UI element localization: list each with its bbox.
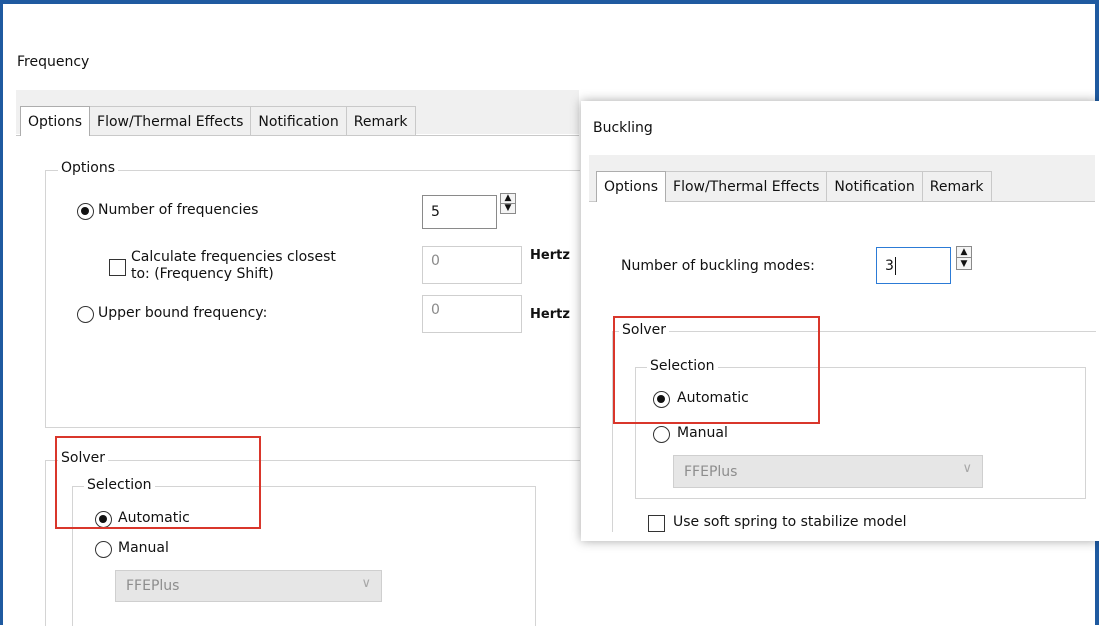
frequency-shift-input[interactable]: 0 bbox=[422, 246, 522, 284]
upper-bound-input[interactable]: 0 bbox=[422, 295, 522, 333]
buckling-tab-bar: Options Flow/Thermal Effects Notificatio… bbox=[596, 171, 992, 202]
tab-divider bbox=[16, 135, 579, 136]
highlight-box-frequency bbox=[55, 436, 261, 529]
number-of-frequencies-radio[interactable] bbox=[77, 203, 94, 220]
window-border-top bbox=[0, 0, 1099, 4]
upper-bound-label: Upper bound frequency: bbox=[98, 305, 268, 321]
chevron-down-icon: ∨ bbox=[962, 461, 972, 476]
buckling-title: Buckling bbox=[593, 120, 653, 136]
manual-label: Manual bbox=[118, 540, 169, 556]
stepper-up-icon[interactable]: ▲ bbox=[957, 247, 971, 258]
solver-select[interactable]: FFEPlus ∨ bbox=[115, 570, 382, 602]
window-border-left bbox=[0, 0, 3, 625]
number-of-frequencies-label: Number of frequencies bbox=[98, 202, 259, 218]
buckling-modes-stepper[interactable]: ▲ ▼ bbox=[956, 246, 972, 270]
options-group-label: Options bbox=[58, 160, 119, 176]
highlight-box-buckling bbox=[613, 316, 820, 424]
number-of-frequencies-input[interactable]: 5 bbox=[422, 195, 497, 229]
tab-remark[interactable]: Remark bbox=[345, 106, 416, 136]
tab-notification[interactable]: Notification bbox=[250, 106, 347, 136]
soft-spring-label: Use soft spring to stabilize model bbox=[673, 514, 907, 530]
buckling-tab-notification[interactable]: Notification bbox=[826, 171, 923, 202]
buckling-modes-input[interactable]: 3 bbox=[876, 247, 951, 284]
calculate-closest-label: Calculate frequencies closest to: (Frequ… bbox=[131, 249, 336, 282]
buckling-solver-select[interactable]: FFEPlus ∨ bbox=[673, 455, 983, 488]
buckling-modes-label: Number of buckling modes: bbox=[621, 258, 815, 274]
buckling-tab-flow-thermal-effects[interactable]: Flow/Thermal Effects bbox=[665, 171, 828, 202]
stepper-down-icon[interactable]: ▼ bbox=[957, 258, 971, 269]
frequency-title: Frequency bbox=[17, 54, 90, 70]
soft-spring-checkbox[interactable] bbox=[648, 515, 665, 532]
chevron-down-icon: ∨ bbox=[361, 576, 371, 591]
text-cursor bbox=[894, 256, 896, 275]
upper-bound-radio[interactable] bbox=[77, 306, 94, 323]
calculate-closest-checkbox[interactable] bbox=[109, 259, 126, 276]
buckling-manual-label: Manual bbox=[677, 425, 728, 441]
manual-radio[interactable] bbox=[95, 541, 112, 558]
hertz-unit-label: Hertz bbox=[530, 248, 570, 263]
stepper-up-icon[interactable]: ▲ bbox=[501, 193, 515, 204]
buckling-manual-radio[interactable] bbox=[653, 426, 670, 443]
tab-flow-thermal-effects[interactable]: Flow/Thermal Effects bbox=[89, 106, 252, 136]
tab-options[interactable]: Options bbox=[20, 106, 91, 136]
buckling-tab-remark[interactable]: Remark bbox=[921, 171, 992, 202]
frequency-tab-bar: Options Flow/Thermal Effects Notificatio… bbox=[20, 106, 416, 136]
stepper-down-icon[interactable]: ▼ bbox=[501, 203, 515, 213]
buckling-tab-options[interactable]: Options bbox=[596, 171, 667, 202]
frequencies-stepper[interactable]: ▲ ▼ bbox=[500, 193, 516, 214]
hertz-unit-label-2: Hertz bbox=[530, 307, 570, 322]
